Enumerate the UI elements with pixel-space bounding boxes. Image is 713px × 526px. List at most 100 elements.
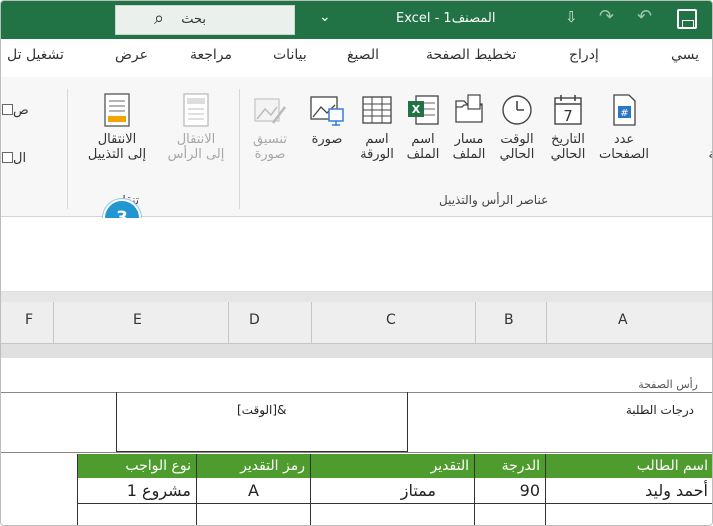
excel-file-icon: X <box>408 95 439 125</box>
table-header-rating[interactable]: التقدير <box>311 454 475 478</box>
table-cell[interactable]: 90 <box>475 478 546 504</box>
column-headers: F E D C B A <box>1 302 712 344</box>
column-header-c[interactable]: C <box>386 312 396 328</box>
page-header-label: رأس الصفحة <box>638 378 698 391</box>
button-label-line1: تنسيق <box>253 132 287 147</box>
button-label-line2: الملف <box>406 147 440 162</box>
table-cell[interactable] <box>311 504 475 525</box>
column-header-d[interactable]: D <box>249 312 260 328</box>
button-label-line1: اسم <box>411 132 435 147</box>
header-bottom-border <box>1 452 712 453</box>
tab-view[interactable]: عرض <box>115 47 148 63</box>
table-header-student-name[interactable]: اسم الطالب <box>546 454 712 478</box>
search-box[interactable]: بحث ⌕ <box>115 5 295 35</box>
chevron-down-icon[interactable]: ⌄ <box>319 9 331 25</box>
button-label-line1: الانتقال <box>97 132 137 147</box>
table-cell[interactable] <box>546 504 712 525</box>
column-header-a[interactable]: A <box>618 312 628 328</box>
table-header-rating-code[interactable]: رمز التقدير <box>197 454 311 478</box>
file-path-button[interactable]: مسار الملف <box>445 93 493 162</box>
folder-path-icon <box>455 94 483 123</box>
go-to-header-icon <box>183 93 209 127</box>
calendar-icon: 7 <box>554 95 582 125</box>
button-label-line2: الصفحات <box>598 147 649 162</box>
redo-icon[interactable]: ↷ <box>599 6 614 27</box>
format-picture-button[interactable]: تنسيق صورة <box>245 93 295 162</box>
header-right-section-text[interactable]: درجات الطلبة <box>626 403 694 417</box>
tab-formulas[interactable]: الصيغ <box>347 47 379 63</box>
sheet-name-icon <box>362 96 392 124</box>
column-divider[interactable] <box>546 302 547 344</box>
save-icon[interactable] <box>677 9 697 29</box>
button-label-line2: صورة <box>254 147 286 162</box>
title-bar: بحث ⌕ ⌄ Excel - المصنف1 ⇩ ↷ ↶ <box>1 1 712 39</box>
svg-text:#: # <box>620 108 628 119</box>
header-center-section-text[interactable]: &[الوقت] <box>237 403 286 417</box>
button-label-line1: الانتقال <box>176 132 216 147</box>
checkbox-box[interactable] <box>2 152 13 163</box>
picture-icon <box>310 96 344 126</box>
go-to-header-button[interactable]: الانتقال إلى الرأس <box>156 93 236 162</box>
current-date-button[interactable]: 7 التاريخ الحالي <box>543 93 593 162</box>
checkbox-option-1[interactable]: ص <box>1 103 29 118</box>
tab-data[interactable]: بيانات <box>273 47 307 63</box>
file-name-button[interactable]: X اسم الملف <box>401 93 445 162</box>
tab-insert[interactable]: إدراج <box>569 47 599 63</box>
tab-home[interactable]: يسي <box>671 47 699 63</box>
button-label-line2: إلى التذييل <box>87 147 147 162</box>
undo-icon[interactable]: ↶ <box>637 6 652 27</box>
button-label-line1: اسم <box>365 132 389 147</box>
window-title: Excel - المصنف1 <box>396 11 496 26</box>
page-number-button-partial[interactable]: حة <box>701 93 713 162</box>
search-icon: ⌕ <box>154 8 165 29</box>
checkbox-box[interactable] <box>2 104 13 115</box>
svg-text:X: X <box>412 103 421 116</box>
column-header-f[interactable]: F <box>25 312 33 328</box>
group-label-header-footer: عناصر الرأس والتذييل <box>439 193 549 207</box>
button-label-line1: الوقت <box>500 132 534 147</box>
picture-button[interactable]: صورة <box>301 93 353 147</box>
header-center-section[interactable] <box>116 392 408 452</box>
sheet-gap <box>1 292 712 302</box>
column-divider[interactable] <box>228 302 229 344</box>
button-label-line1: مسار <box>454 132 484 147</box>
button-label-line1: عدد <box>613 132 635 147</box>
table-cell[interactable]: A <box>197 478 311 504</box>
table-cell[interactable] <box>475 504 546 525</box>
table-cell[interactable]: أحمد وليد <box>546 478 712 504</box>
table-cell[interactable] <box>197 504 311 525</box>
number-of-pages-button[interactable]: # عدد الصفحات <box>595 93 653 162</box>
formula-bar-area <box>1 218 712 292</box>
go-to-footer-button[interactable]: الانتقال إلى التذييل <box>77 93 157 162</box>
column-divider[interactable] <box>53 302 54 344</box>
page-layout-view: رأس الصفحة درجات الطلبة &[الوقت] اسم الط… <box>1 358 712 525</box>
table-header-assignment-type[interactable]: نوع الواجب <box>77 454 197 478</box>
current-time-button[interactable]: الوقت الحالي <box>493 93 541 162</box>
button-label-line2: إلى الرأس <box>167 147 225 162</box>
tab-page-layout[interactable]: تخطيط الصفحة <box>426 47 516 63</box>
page-icon <box>709 93 713 127</box>
button-label-line2: الورقة <box>360 147 394 162</box>
search-label: بحث <box>181 12 206 27</box>
customize-quick-access-icon[interactable]: ⇩ <box>565 8 578 26</box>
sheet-name-button[interactable]: اسم الورقة <box>353 93 401 162</box>
group-separator <box>239 89 240 209</box>
tab-addins[interactable]: تشغيل تل <box>7 47 64 63</box>
column-header-e[interactable]: E <box>133 312 142 328</box>
button-label-line2: الحالي <box>550 147 586 162</box>
checkbox-option-2[interactable]: ال <box>1 151 27 166</box>
table-cell[interactable] <box>77 504 197 525</box>
button-label-partial: حة <box>701 132 712 162</box>
table-header-grade[interactable]: الدرجة <box>475 454 546 478</box>
format-picture-icon <box>254 98 286 124</box>
checkbox-label: ال <box>13 151 27 166</box>
button-label-line2: الملف <box>452 147 486 162</box>
table-cell[interactable]: ممتاز <box>311 478 475 504</box>
column-divider[interactable] <box>311 302 312 344</box>
table-cell[interactable]: مشروع 1 <box>77 478 197 504</box>
column-divider[interactable] <box>475 302 476 344</box>
ribbon: ص ال الانتقال إلى التذييل الانتقال إلى ا… <box>1 77 713 217</box>
page-margin-band <box>1 344 712 358</box>
column-header-b[interactable]: B <box>504 312 514 328</box>
tab-review[interactable]: مراجعة <box>190 47 232 63</box>
